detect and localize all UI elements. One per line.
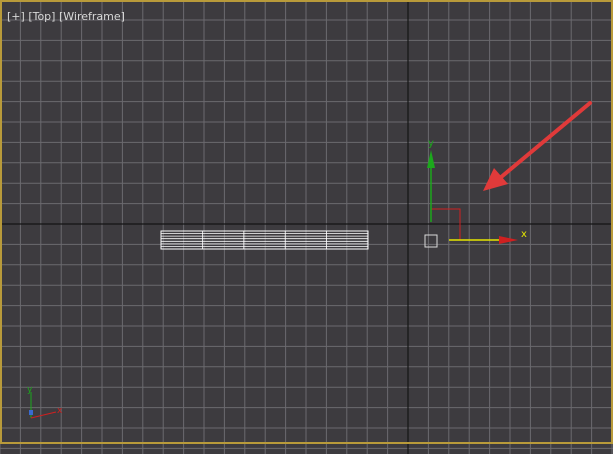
- transform-gizmo[interactable]: y x: [427, 138, 527, 244]
- red-pointer-arrow-icon: [483, 101, 592, 191]
- grid: [0, 0, 613, 454]
- wireframe-plane-object[interactable]: [160, 230, 369, 250]
- viewport-label-menu[interactable]: [+] [Top] [Wireframe]: [7, 10, 125, 23]
- top-viewport[interactable]: y x y x [+] [Top] [Wireframe]: [0, 0, 613, 454]
- viewport-view-menu[interactable]: [Top]: [28, 10, 55, 23]
- viewport-shading-menu[interactable]: [Wireframe]: [59, 10, 125, 23]
- gizmo-x-arrowhead-icon[interactable]: [499, 236, 518, 244]
- viewport-plus-menu[interactable]: [+]: [7, 10, 25, 23]
- gizmo-x-label: x: [521, 229, 527, 240]
- world-axis-tripod: y x: [27, 385, 63, 419]
- viewport-canvas[interactable]: y x y x: [0, 0, 613, 454]
- pivot-square-icon[interactable]: [424, 234, 438, 248]
- corner-y-label: y: [27, 385, 33, 395]
- corner-x-axis: [30, 411, 57, 419]
- corner-z-axis-marker: [29, 410, 33, 415]
- gizmo-y-label: y: [428, 138, 434, 149]
- corner-x-label: x: [57, 406, 63, 416]
